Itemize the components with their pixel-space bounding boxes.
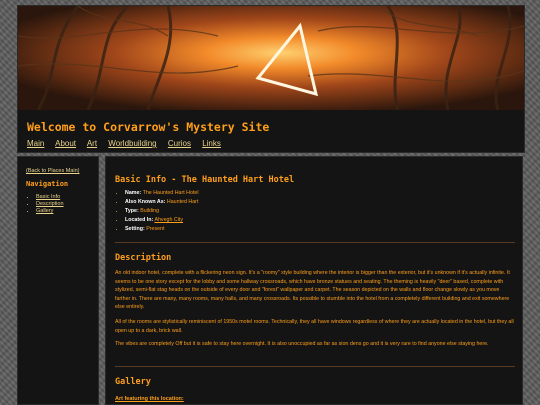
gallery-art-label: Art featuring this location: — [115, 396, 184, 402]
site-header: Welcome to Corvarrow's Mystery Site Main… — [17, 5, 525, 153]
sidebar-item: Basic Info — [36, 194, 64, 201]
description-paragraph: An old indoor hotel, complete with a fli… — [115, 270, 510, 311]
nav-link-curios[interactable]: Curios — [168, 139, 191, 148]
info-item-location: Located In: Ahvegh City — [125, 216, 199, 225]
info-label: Type: — [125, 208, 139, 214]
basic-info-list: Name: The Haunted Hart Hotel Also Known … — [115, 189, 199, 234]
info-label: Setting: — [125, 226, 145, 232]
info-item-name: Name: The Haunted Hart Hotel — [125, 189, 199, 198]
sidebar-link-gallery[interactable]: Gallery — [36, 208, 53, 214]
sidebar-heading: Navigation — [26, 180, 69, 188]
sidebar-item: Gallery — [36, 208, 64, 215]
info-item-type: Type: Building — [125, 207, 199, 216]
nav-link-about[interactable]: About — [55, 139, 76, 148]
section-divider — [115, 242, 515, 243]
nav-link-links[interactable]: Links — [202, 139, 221, 148]
site-title: Welcome to Corvarrow's Mystery Site — [27, 120, 270, 134]
section-divider — [115, 366, 515, 367]
nav-link-main[interactable]: Main — [27, 139, 44, 148]
info-value: Present — [146, 226, 165, 232]
top-nav: Main About Art Worldbuilding Curios Link… — [27, 139, 230, 148]
info-value: Building — [140, 208, 160, 214]
main-content: Basic Info - The Haunted Hart Hotel Name… — [105, 156, 523, 405]
info-value: The Haunted Hart Hotel — [142, 190, 199, 196]
sidebar-link-description[interactable]: Description — [36, 201, 64, 207]
description-paragraph: All of the rooms are stylistically remin… — [115, 319, 514, 334]
info-item-aka: Also Known As: Haunted Hart — [125, 198, 199, 207]
back-to-places-link[interactable]: (Back to Places Main) — [26, 168, 80, 174]
info-label: Also Known As: — [125, 199, 166, 205]
location-link[interactable]: Ahvegh City — [154, 217, 183, 223]
sidebar-link-basic-info[interactable]: Basic Info — [36, 194, 60, 200]
info-value: Haunted Hart — [166, 199, 199, 205]
sidebar-nav-list: Basic Info Description Gallery — [26, 194, 64, 215]
basic-info-heading: Basic Info - The Haunted Hart Hotel — [115, 175, 295, 185]
sidebar: (Back to Places Main) Navigation Basic I… — [17, 156, 99, 405]
header-banner-image — [18, 6, 524, 110]
nav-link-art[interactable]: Art — [87, 139, 97, 148]
gallery-heading: Gallery — [115, 377, 151, 387]
description-heading: Description — [115, 253, 172, 263]
nav-link-worldbuilding[interactable]: Worldbuilding — [108, 139, 156, 148]
info-label: Located In: — [125, 217, 154, 223]
info-item-setting: Setting: Present — [125, 225, 199, 234]
sidebar-item: Description — [36, 201, 64, 208]
description-paragraph: The vibes are completely Off but it is s… — [115, 341, 489, 347]
info-label: Name: — [125, 190, 142, 196]
